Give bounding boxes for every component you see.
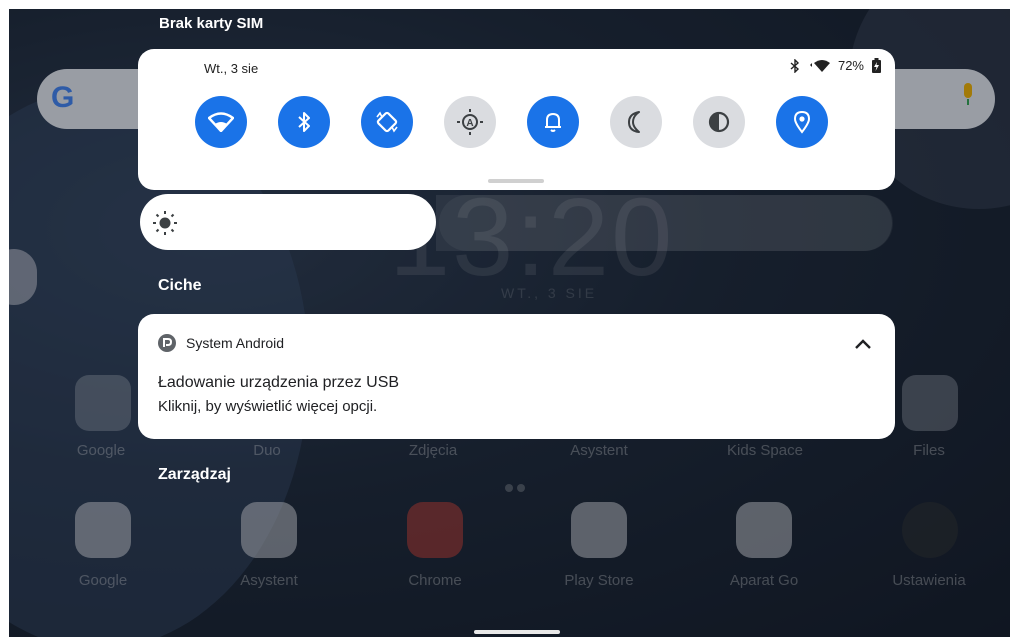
auto-brightness-icon: A	[457, 109, 483, 135]
tile-auto-brightness[interactable]: A	[444, 96, 496, 148]
qs-date[interactable]: Wt., 3 sie	[204, 61, 258, 76]
sun-icon	[153, 211, 177, 235]
brightness-slider[interactable]	[140, 194, 436, 250]
brightness-slider-track[interactable]	[436, 195, 892, 251]
notification-text: Kliknij, by wyświetlić więcej opcji.	[158, 398, 378, 415]
android-system-icon	[158, 334, 176, 352]
chevron-up-icon	[855, 339, 871, 349]
tile-auto-rotate[interactable]	[361, 96, 413, 148]
silent-section-label: Ciche	[158, 277, 202, 294]
quick-settings-tiles: A	[195, 96, 828, 148]
wifi-status-icon	[809, 59, 830, 72]
quick-settings-panel: Wt., 3 sie 72% A	[138, 49, 895, 190]
tile-wifi[interactable]	[195, 96, 247, 148]
collapse-button[interactable]	[851, 332, 875, 356]
bluetooth-icon	[298, 112, 310, 132]
notification-app-name: System Android	[186, 335, 285, 351]
gesture-navigation-bar[interactable]	[474, 630, 560, 634]
contrast-icon	[708, 111, 730, 133]
carrier-status: Brak karty SIM	[159, 15, 264, 32]
wifi-icon	[208, 112, 234, 132]
tile-location[interactable]	[776, 96, 828, 148]
notification-title: Ładowanie urządzenia przez USB	[158, 374, 400, 391]
tile-sound[interactable]	[527, 96, 579, 148]
qs-status-icons: 72%	[790, 58, 881, 73]
tile-bluetooth[interactable]	[278, 96, 330, 148]
moon-icon	[628, 111, 640, 133]
location-icon	[793, 110, 811, 134]
svg-text:A: A	[466, 118, 473, 129]
battery-charging-icon	[872, 58, 881, 73]
battery-percent: 72%	[837, 58, 864, 73]
tile-dark-theme[interactable]	[693, 96, 745, 148]
bell-icon	[545, 112, 561, 132]
notification-header: System Android	[158, 334, 284, 352]
qs-drag-handle[interactable]	[488, 179, 544, 183]
manage-notifications-button[interactable]: Zarządzaj	[158, 466, 231, 484]
rotate-icon	[376, 111, 398, 133]
notification-card[interactable]: System Android Ładowanie urządzenia prze…	[138, 314, 895, 439]
bluetooth-status-icon	[790, 58, 799, 73]
android-screen: G 13:20 WT., 3 SIE Google Duo Zdjęcia As…	[9, 9, 1010, 637]
tile-do-not-disturb[interactable]	[610, 96, 662, 148]
